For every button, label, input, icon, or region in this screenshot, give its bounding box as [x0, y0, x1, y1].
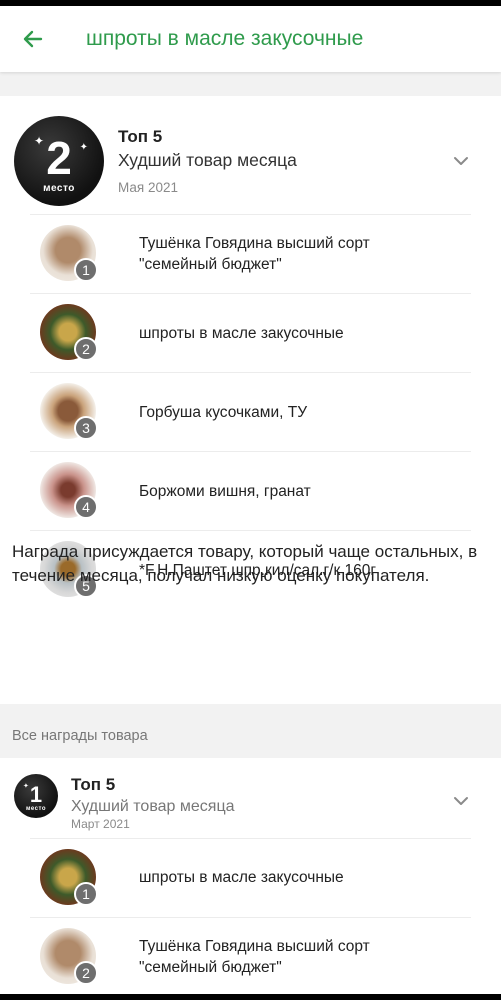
product-title: шпроты в масле закусочные [139, 869, 344, 886]
medal-icon: ✦ ✦ 2 место [14, 116, 104, 206]
award-name: Худший товар месяца [118, 150, 297, 170]
medal-icon: ✦ 1 место [14, 774, 58, 818]
chevron-down-icon[interactable] [452, 792, 470, 810]
award-card-main: ✦ ✦ 2 место Топ 5 Худший товар месяца Ма… [0, 96, 501, 704]
medal-place: место [43, 182, 75, 194]
sparkle-icon: ✦ [23, 783, 29, 790]
rank-badge: 1 [74, 258, 98, 282]
product-title: Тушёнка Говядина высший сорт "семейный б… [139, 938, 370, 976]
chevron-down-icon[interactable] [452, 152, 470, 170]
award-top: Топ 5 [71, 775, 116, 794]
product-title: Тушёнка Говядина высший сорт "семейный б… [139, 235, 370, 273]
back-button[interactable] [0, 6, 66, 72]
sparkle-icon: ✦ [34, 134, 45, 148]
sparkle-icon: ✦ [79, 142, 88, 153]
award-name: Худший товар месяца [71, 798, 235, 815]
medal-place: место [25, 805, 47, 812]
product-title: Горбуша кусочками, ТУ [139, 404, 308, 421]
award-description: Награда присуждается товару, который чащ… [12, 542, 478, 585]
award-top: Топ 5 [118, 127, 163, 146]
arrow-left-icon [23, 30, 43, 48]
screen: шпроты в масле закусочные ✦ ✦ 2 место То… [0, 6, 501, 994]
rank-badge: 4 [74, 495, 98, 519]
award-date: Мая 2021 [118, 180, 178, 195]
award-date: Март 2021 [71, 817, 130, 831]
product-title: шпроты в масле закусочные [139, 325, 344, 342]
section-label: Все награды товара [12, 728, 148, 744]
rank-badge: 3 [74, 416, 98, 440]
list-item[interactable]: 2 Тушёнка Говядина высший сорт "семейный… [30, 917, 471, 994]
list-item[interactable]: 1 шпроты в масле закусочные [30, 838, 471, 918]
medal-number: 2 [46, 131, 72, 184]
rank-badge: 2 [74, 961, 98, 985]
medal-number: 1 [29, 781, 43, 807]
list-item[interactable]: 3 Горбуша кусочками, ТУ [30, 372, 471, 452]
rank-badge: 1 [74, 882, 98, 906]
page-title: шпроты в масле закусочные [86, 27, 364, 50]
list-item[interactable]: 4 Боржоми вишня, гранат [30, 451, 471, 531]
rank-badge: 2 [74, 337, 98, 361]
award-card-second: ✦ 1 место Топ 5 Худший товар месяца Март… [0, 758, 501, 994]
list-item[interactable]: 1 Тушёнка Говядина высший сорт "семейный… [30, 214, 471, 294]
app-bar: шпроты в масле закусочные [0, 6, 501, 72]
product-title: Боржоми вишня, гранат [139, 483, 311, 500]
list-item[interactable]: 2 шпроты в масле закусочные [30, 293, 471, 373]
